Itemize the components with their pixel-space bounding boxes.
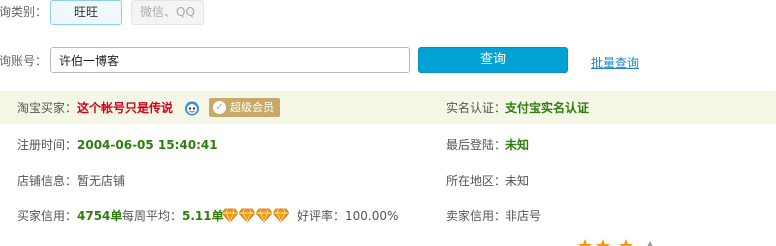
register-value: 2004-06-05 15:40:41: [77, 138, 218, 152]
buyer-value: 这个帐号只是传说: [77, 101, 174, 115]
region-label: 所在地区：: [446, 174, 507, 188]
check-icon: ✓: [213, 101, 226, 114]
shop-value: 暂无店铺: [77, 174, 126, 188]
realname-label: 实名认证：: [446, 101, 507, 115]
type-option-wangwang[interactable]: 旺旺: [50, 0, 122, 25]
buyer-credit-label: 买家信用：: [17, 209, 78, 223]
super-member-label: 超级会员: [230, 101, 274, 114]
diamond-icon: [222, 208, 238, 223]
weekly-average-label: 每周平均：: [122, 209, 183, 223]
register-label: 注册时间：: [17, 138, 78, 152]
seller-credit-label: 卖家信用：: [446, 209, 507, 223]
account-label: 询账号：: [0, 54, 48, 68]
query-button[interactable]: 查询: [418, 47, 568, 73]
seller-credit-value: 非店号: [505, 209, 542, 223]
type-option-wechat-qq[interactable]: 微信、QQ: [131, 0, 204, 25]
buyer-credit-value: 4754单: [77, 209, 123, 223]
last-login-label: 最后登陆：: [446, 138, 507, 152]
positive-rate-value: 100.00%: [345, 209, 399, 223]
diamond-icon: [239, 208, 255, 223]
query-type-label: 询类别：: [0, 5, 48, 19]
shop-label: 店铺信息：: [17, 174, 78, 188]
wangwang-icon[interactable]: [184, 100, 200, 116]
weekly-average-value: 5.11单: [182, 209, 224, 223]
super-member-badge: ✓ 超级会员: [209, 98, 280, 117]
region-value: 未知: [505, 174, 530, 188]
diamond-icon: [273, 208, 289, 223]
credit-diamonds: [222, 208, 289, 224]
positive-rate-label: 好评率：: [297, 209, 346, 223]
diamond-icon: [256, 208, 272, 223]
last-login-value: 未知: [505, 138, 530, 152]
batch-query-link[interactable]: 批量查询: [591, 54, 639, 71]
buyer-label: 淘宝买家：: [17, 101, 78, 115]
account-input[interactable]: [50, 47, 410, 73]
realname-value: 支付宝实名认证: [505, 101, 590, 115]
cropped-rank-icons: [578, 239, 658, 246]
